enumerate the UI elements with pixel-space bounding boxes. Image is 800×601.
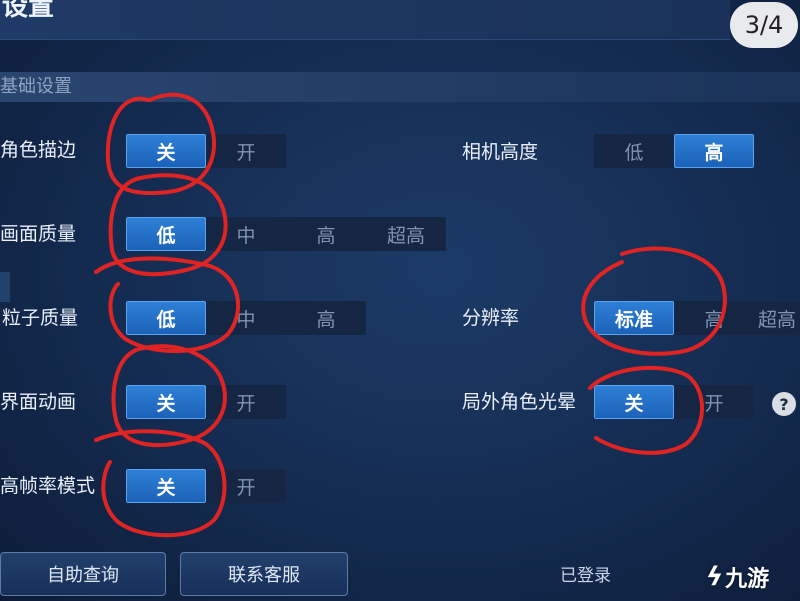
- lobby-glow-option-off[interactable]: 关: [594, 385, 674, 419]
- particle-option-high[interactable]: 高: [286, 301, 366, 335]
- graphics-option-high[interactable]: 高: [286, 217, 366, 251]
- particle-quality-selector: 低 中 高: [126, 301, 366, 335]
- outline-option-off[interactable]: 关: [126, 134, 206, 168]
- high-fps-toggle: 关 开: [126, 469, 286, 503]
- resolution-option-high[interactable]: 高: [674, 301, 754, 335]
- particle-option-medium[interactable]: 中: [206, 301, 286, 335]
- watermark-logo: ϟ 九游: [706, 552, 800, 601]
- camera-height-label: 相机高度: [462, 141, 539, 163]
- camera-height-toggle: 低 高: [594, 134, 754, 168]
- lobby-glow-option-on[interactable]: 开: [674, 385, 754, 419]
- high-fps-option-on[interactable]: 开: [206, 469, 286, 503]
- customer-service-button[interactable]: 联系客服: [180, 552, 348, 596]
- outline-option-on[interactable]: 开: [206, 134, 286, 168]
- graphics-option-medium[interactable]: 中: [206, 217, 286, 251]
- resolution-selector: 标准 高 超高: [594, 301, 800, 335]
- watermark-text: 九游: [725, 566, 770, 592]
- side-tab-stub: [0, 272, 10, 302]
- outline-label: 角色描边: [0, 139, 77, 161]
- graphics-quality-label: 画面质量: [0, 223, 77, 245]
- camera-option-high[interactable]: 高: [674, 134, 754, 168]
- graphics-option-ultra[interactable]: 超高: [366, 217, 446, 251]
- high-fps-option-off[interactable]: 关: [126, 469, 206, 503]
- section-header: [0, 72, 800, 102]
- lobby-glow-toggle: 关 开: [594, 385, 754, 419]
- ui-animation-toggle: 关 开: [126, 385, 286, 419]
- ui-animation-option-on[interactable]: 开: [206, 385, 286, 419]
- resolution-option-ultra[interactable]: 超高: [754, 301, 800, 335]
- graphics-option-low[interactable]: 低: [126, 217, 206, 251]
- high-fps-label: 高帧率模式: [0, 475, 96, 497]
- self-service-button[interactable]: 自助查询: [0, 552, 166, 596]
- resolution-label: 分辨率: [462, 307, 520, 329]
- page-title: 设置: [2, 0, 55, 22]
- resolution-option-standard[interactable]: 标准: [594, 301, 674, 335]
- lightning-icon: ϟ: [706, 561, 724, 592]
- section-title: 基础设置: [0, 76, 72, 97]
- page-indicator: 3/4: [730, 2, 798, 48]
- header-bar: [0, 0, 730, 40]
- login-status: 已登录: [560, 566, 611, 586]
- particle-option-low[interactable]: 低: [126, 301, 206, 335]
- camera-option-low[interactable]: 低: [594, 134, 674, 168]
- lobby-glow-label: 局外角色光晕: [462, 391, 577, 413]
- ui-animation-option-off[interactable]: 关: [126, 385, 206, 419]
- help-icon[interactable]: ?: [772, 392, 796, 416]
- particle-quality-label: 粒子质量: [2, 307, 79, 329]
- ui-animation-label: 界面动画: [0, 391, 77, 413]
- graphics-quality-selector: 低 中 高 超高: [126, 217, 446, 251]
- outline-toggle: 关 开: [126, 134, 286, 168]
